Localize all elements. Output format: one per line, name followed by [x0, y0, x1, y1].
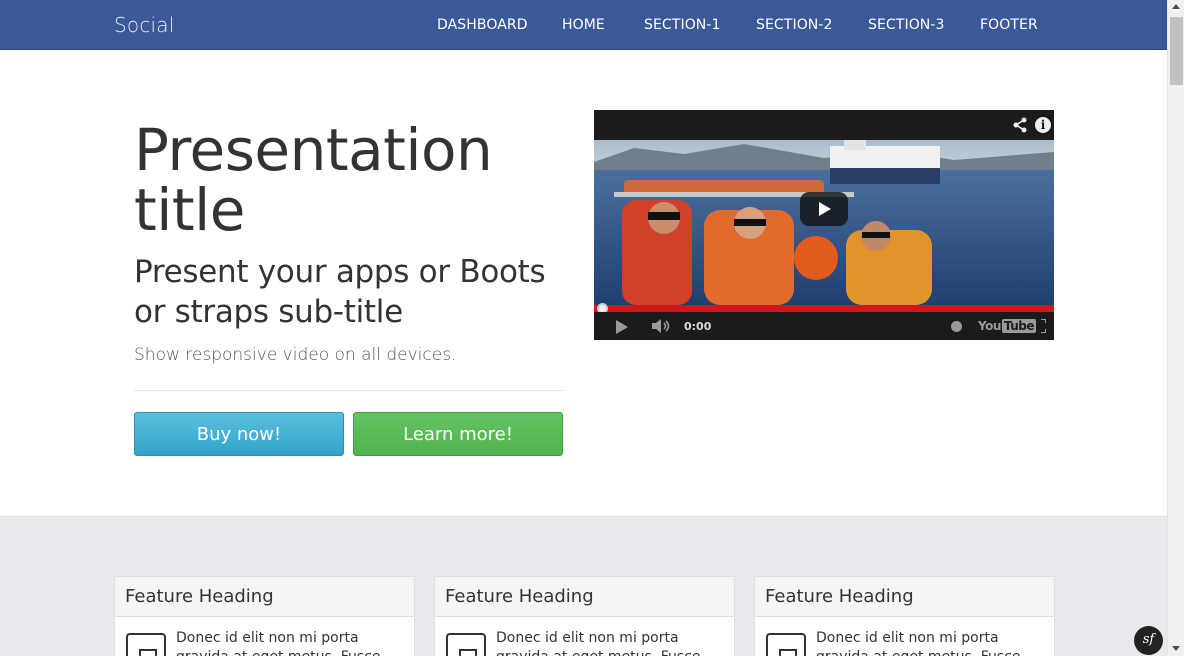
- feature-panel: Feature Heading Donec id elit non mi por…: [114, 576, 415, 656]
- volume-icon[interactable]: [652, 319, 672, 333]
- scroll-up-arrow-icon[interactable]: [1172, 4, 1180, 9]
- scroll-thumb[interactable]: [1170, 17, 1183, 85]
- youtube-logo-you: You: [978, 319, 1001, 333]
- hero-lead-text: Show responsive video on all devices.: [134, 345, 457, 365]
- learn-more-button[interactable]: Learn more!: [353, 412, 563, 456]
- info-icon[interactable]: i: [1035, 117, 1051, 133]
- tablet-icon: [126, 633, 166, 656]
- nav-item-dashboard[interactable]: DASHBOARD: [437, 17, 528, 33]
- brand-link[interactable]: Social: [114, 13, 175, 37]
- nav-item-home[interactable]: HOME: [562, 17, 605, 33]
- nav-item-footer[interactable]: FOOTER: [980, 17, 1038, 33]
- feature-heading: Feature Heading: [755, 577, 1054, 617]
- tablet-icon: [446, 633, 486, 656]
- youtube-video-player[interactable]: i 0:00 You Tube: [594, 110, 1054, 340]
- video-title-bar: i: [594, 110, 1054, 140]
- feature-heading: Feature Heading: [115, 577, 414, 617]
- video-play-button[interactable]: [800, 192, 848, 226]
- hero-subtitle: Present your apps or Boots or straps sub…: [134, 254, 546, 330]
- tablet-icon: [766, 633, 806, 656]
- fullscreen-icon[interactable]: [1028, 319, 1046, 333]
- feature-panel: Feature Heading Donec id elit non mi por…: [754, 576, 1055, 656]
- video-progress-bar[interactable]: [594, 303, 1054, 314]
- video-control-bar: 0:00 You Tube: [594, 312, 1054, 340]
- feature-panel: Feature Heading Donec id elit non mi por…: [434, 576, 735, 656]
- share-icon[interactable]: [1012, 117, 1028, 133]
- scroll-down-arrow-icon[interactable]: [1172, 646, 1180, 651]
- feature-text: Donec id elit non mi porta gravida at eg…: [496, 630, 700, 656]
- hero-title: Presentation title: [134, 116, 493, 244]
- nav-item-section-1[interactable]: SECTION-1: [644, 17, 721, 33]
- symfony-debug-badge[interactable]: sf: [1134, 626, 1163, 655]
- feature-text: Donec id elit non mi porta gravida at eg…: [816, 630, 1020, 656]
- nav-item-section-2[interactable]: SECTION-2: [756, 17, 833, 33]
- play-icon[interactable]: [616, 320, 628, 334]
- hero-divider: [134, 390, 564, 391]
- top-navbar: Social DASHBOARD HOME SECTION-1 SECTION-…: [0, 0, 1167, 50]
- video-time-display: 0:00: [684, 320, 712, 333]
- nav-item-section-3[interactable]: SECTION-3: [868, 17, 945, 33]
- feature-heading: Feature Heading: [435, 577, 734, 617]
- watch-later-clock-icon[interactable]: [951, 321, 962, 332]
- feature-text: Donec id elit non mi porta gravida at eg…: [176, 630, 380, 656]
- page-scrollbar[interactable]: [1167, 0, 1184, 656]
- buy-now-button[interactable]: Buy now!: [134, 412, 344, 456]
